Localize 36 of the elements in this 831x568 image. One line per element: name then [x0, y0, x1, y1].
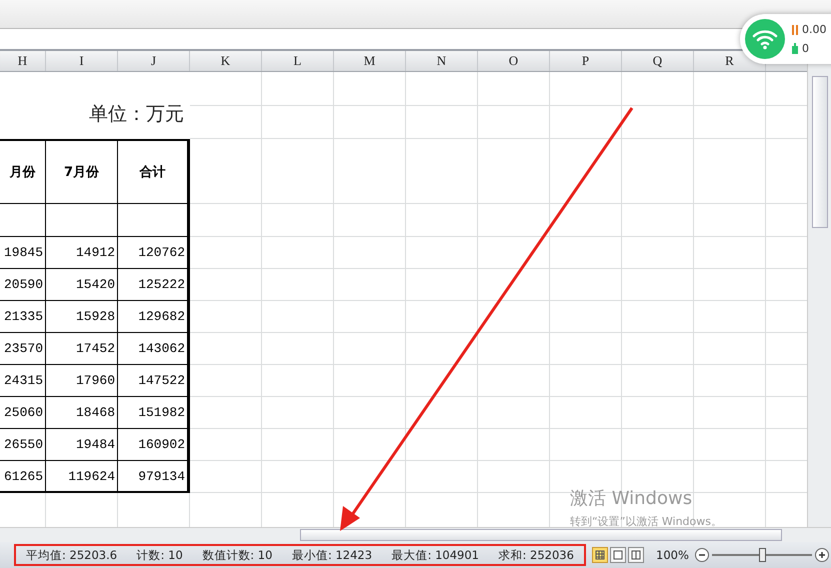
table-cell: 61265 [0, 461, 46, 493]
activation-title: 激活 Windows [570, 487, 694, 510]
table-cell: 14912 [46, 237, 118, 269]
table-cell: 147522 [118, 365, 190, 397]
table-cell: 19484 [46, 429, 118, 461]
network-count: 0 [802, 42, 809, 55]
table-cell: 21335 [0, 301, 46, 333]
table-cell: 160902 [118, 429, 190, 461]
table-cell: 23570 [0, 333, 46, 365]
status-statistic: 平均值: 25203.6 [26, 548, 118, 562]
status-statistic: 计数: 10 [136, 548, 183, 562]
table-cell: 19845 [0, 237, 46, 269]
table-cell: 119624 [46, 461, 118, 493]
table-cell: 17452 [46, 333, 118, 365]
table-cell: 151982 [118, 397, 190, 429]
table-cell: 125222 [118, 269, 190, 301]
status-statistic: 数值计数: 10 [202, 548, 272, 562]
unit-label: 单位：万元 [89, 102, 184, 127]
table-cell: 15928 [46, 301, 118, 333]
table-cell: 17960 [46, 365, 118, 397]
status-statistic: 最大值: 104901 [392, 548, 479, 562]
table-cell: 15420 [46, 269, 118, 301]
table-cell: 979134 [118, 461, 190, 493]
table-cell: 26550 [0, 429, 46, 461]
table-cell: 18468 [46, 397, 118, 429]
table-cell: 20590 [0, 269, 46, 301]
network-speed: 0.00 [802, 23, 826, 36]
status-statistic: 最小值: 12423 [292, 548, 372, 562]
table-cell: 143062 [118, 333, 190, 365]
table-cell: 129682 [118, 301, 190, 333]
zoom-level: 100% [656, 548, 689, 562]
table-cell: 24315 [0, 365, 46, 397]
status-statistic: 求和: 252036 [498, 548, 574, 562]
table-cell: 120762 [118, 237, 190, 269]
table-cell: 25060 [0, 397, 46, 429]
activation-hint: 转到“设置”以激活 Windows。 [570, 514, 722, 529]
